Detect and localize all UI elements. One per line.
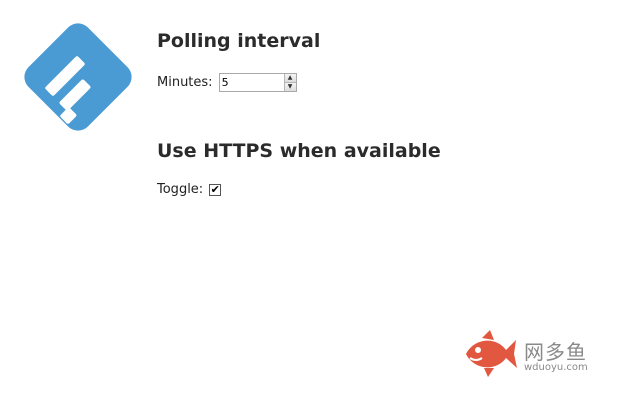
checkmark-icon: ✔ xyxy=(210,183,220,196)
watermark-site: wduoyu.com xyxy=(524,362,588,373)
watermark-name: 网多鱼 xyxy=(524,340,587,364)
polling-interval-heading: Polling interval xyxy=(157,30,321,52)
https-checkbox[interactable]: ✔ xyxy=(209,183,222,196)
feedly-logo-icon xyxy=(24,23,132,131)
options-page: Polling interval Minutes: ▲ ▼ Use HTTPS … xyxy=(0,0,640,400)
https-heading: Use HTTPS when available xyxy=(157,140,441,162)
fish-icon xyxy=(466,330,517,377)
minutes-row: Minutes: ▲ ▼ xyxy=(157,73,297,92)
minutes-input[interactable] xyxy=(219,74,284,91)
watermark: 网多鱼 wduoyu.com xyxy=(460,328,610,378)
spin-buttons: ▲ ▼ xyxy=(283,74,296,91)
spin-up-icon[interactable]: ▲ xyxy=(284,74,296,82)
toggle-label: Toggle: xyxy=(157,182,204,197)
minutes-label: Minutes: xyxy=(157,75,213,90)
toggle-row: Toggle: ✔ xyxy=(157,182,222,197)
spin-down-icon[interactable]: ▼ xyxy=(284,82,296,91)
minutes-stepper[interactable]: ▲ ▼ xyxy=(218,73,297,92)
